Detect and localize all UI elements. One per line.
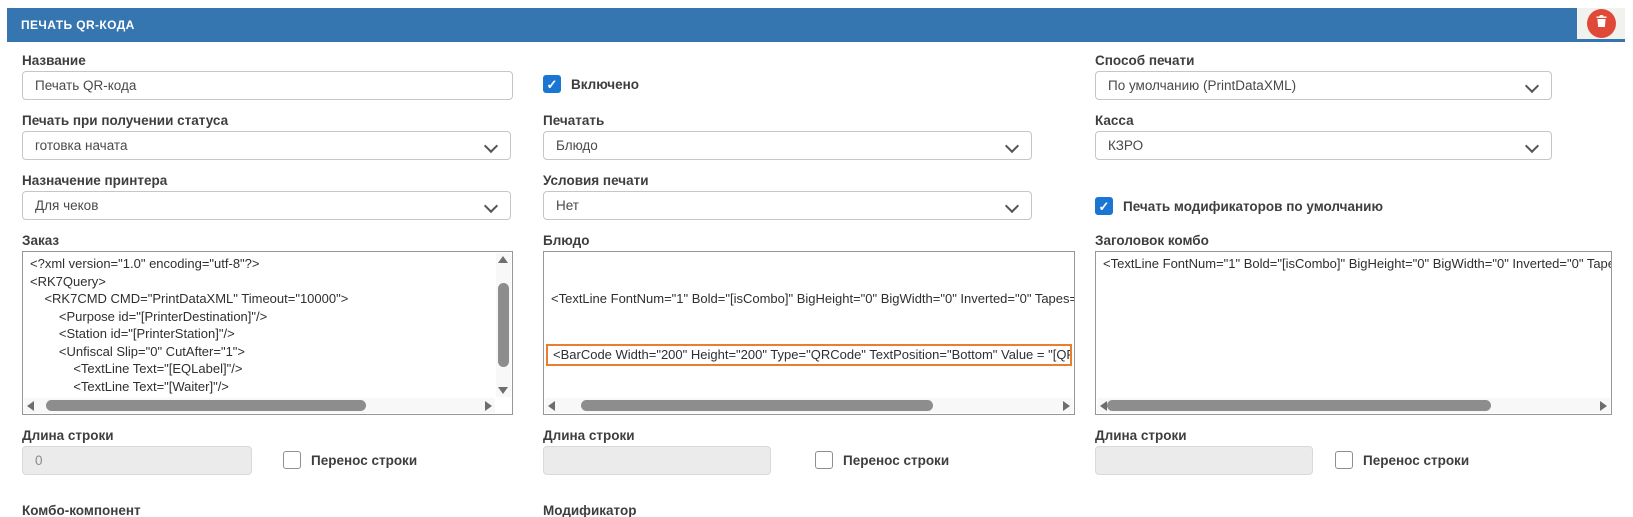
wrap-line-checkbox[interactable]: ✓ xyxy=(1335,451,1353,469)
enabled-checkbox-row: ✓ Включено xyxy=(543,75,639,93)
print-on-status-value: готовка начата xyxy=(35,138,127,153)
panel-header: ПЕЧАТЬ QR-КОДА xyxy=(7,8,1625,42)
print-modifiers-label: Печать модификаторов по умолчанию xyxy=(1123,199,1383,214)
horizontal-scroll-thumb[interactable] xyxy=(1107,400,1491,411)
combo-component-label: Комбо-компонент xyxy=(22,503,141,517)
wrap-line-label: Перенос строки xyxy=(1363,453,1469,468)
combo-header-horizontal-scrollbar[interactable] xyxy=(1097,398,1610,413)
cashdesk-label: Касса xyxy=(1095,113,1134,128)
scroll-left-arrow-icon[interactable] xyxy=(548,401,555,411)
chevron-down-icon xyxy=(1525,139,1539,153)
print-method-select[interactable]: По умолчанию (PrintDataXML) xyxy=(1095,71,1552,100)
combo-header-xml-content: <TextLine FontNum="1" Bold="[isCombo]" B… xyxy=(1096,252,1611,398)
vertical-scroll-thumb[interactable] xyxy=(498,283,509,367)
wrap-line-checkbox[interactable]: ✓ xyxy=(815,451,833,469)
delete-button[interactable] xyxy=(1587,9,1616,38)
cashdesk-value: КЗРО xyxy=(1108,138,1143,153)
dish-label: Блюдо xyxy=(543,233,589,248)
print-qr-settings-panel: ПЕЧАТЬ QR-КОДА Название Печать QR-кода П… xyxy=(0,0,1633,517)
print-on-status-select[interactable]: готовка начата xyxy=(22,131,511,160)
print-modifiers-checkbox-row: ✓ Печать модификаторов по умолчанию xyxy=(1095,197,1383,215)
name-input[interactable]: Печать QR-кода xyxy=(22,71,513,100)
check-icon: ✓ xyxy=(1099,200,1110,213)
line-length-input[interactable]: 0 xyxy=(22,446,252,475)
horizontal-scroll-thumb[interactable] xyxy=(581,400,933,411)
line-length-input[interactable] xyxy=(543,446,771,475)
order-vertical-scrollbar[interactable] xyxy=(496,253,511,397)
dish-horizontal-scrollbar[interactable] xyxy=(545,398,1073,413)
order-horizontal-scrollbar[interactable] xyxy=(24,398,495,413)
scroll-down-arrow-icon[interactable] xyxy=(498,387,508,394)
print-conditions-value: Нет xyxy=(556,198,579,213)
dish-xml-line1: <TextLine FontNum="1" Bold="[isCombo]" B… xyxy=(551,290,1074,308)
printer-destination-select[interactable]: Для чеков xyxy=(22,191,511,220)
dish-xml-textarea[interactable]: <TextLine FontNum="1" Bold="[isCombo]" B… xyxy=(543,251,1075,415)
header-button-area xyxy=(1577,8,1625,39)
combo-header-xml-textarea[interactable]: <TextLine FontNum="1" Bold="[isCombo]" B… xyxy=(1095,251,1612,415)
print-method-label: Способ печати xyxy=(1095,53,1194,68)
scroll-right-arrow-icon[interactable] xyxy=(485,401,492,411)
line-length-label: Длина строки xyxy=(543,428,635,443)
scroll-left-arrow-icon[interactable] xyxy=(1100,401,1107,411)
chevron-down-icon xyxy=(1005,139,1019,153)
wrap-line-checkbox-row: ✓ Перенос строки xyxy=(1335,451,1469,469)
enabled-checkbox[interactable]: ✓ xyxy=(543,75,561,93)
chevron-down-icon xyxy=(1525,79,1539,93)
cashdesk-select[interactable]: КЗРО xyxy=(1095,131,1552,160)
print-modifiers-checkbox[interactable]: ✓ xyxy=(1095,197,1113,215)
printer-destination-label: Назначение принтера xyxy=(22,173,167,188)
horizontal-scroll-thumb[interactable] xyxy=(46,400,366,411)
print-what-value: Блюдо xyxy=(556,138,598,153)
wrap-line-label: Перенос строки xyxy=(843,453,949,468)
enabled-label: Включено xyxy=(571,77,639,92)
modifier-label: Модификатор xyxy=(543,503,637,517)
wrap-line-checkbox[interactable]: ✓ xyxy=(283,451,301,469)
dish-xml-line2-highlighted: <BarCode Width="200" Height="200" Type="… xyxy=(546,344,1072,367)
order-label: Заказ xyxy=(22,233,59,248)
print-on-status-label: Печать при получении статуса xyxy=(22,113,228,128)
chevron-down-icon xyxy=(484,199,498,213)
scroll-right-arrow-icon[interactable] xyxy=(1063,401,1070,411)
print-conditions-label: Условия печати xyxy=(543,173,649,188)
line-length-label: Длина строки xyxy=(1095,428,1187,443)
print-what-select[interactable]: Блюдо xyxy=(543,131,1032,160)
print-what-label: Печатать xyxy=(543,113,604,128)
check-icon: ✓ xyxy=(547,78,558,91)
dish-xml-content: <TextLine FontNum="1" Bold="[isCombo]" B… xyxy=(544,252,1074,398)
trash-icon xyxy=(1594,13,1609,34)
scroll-up-arrow-icon[interactable] xyxy=(498,256,508,263)
print-conditions-select[interactable]: Нет xyxy=(543,191,1032,220)
print-method-value: По умолчанию (PrintDataXML) xyxy=(1108,78,1296,93)
order-xml-textarea[interactable]: <?xml version="1.0" encoding="utf-8"?> <… xyxy=(22,251,513,415)
wrap-line-checkbox-row: ✓ Перенос строки xyxy=(815,451,949,469)
wrap-line-label: Перенос строки xyxy=(311,453,417,468)
scroll-left-arrow-icon[interactable] xyxy=(27,401,34,411)
line-length-input[interactable] xyxy=(1095,446,1313,475)
order-xml-content: <?xml version="1.0" encoding="utf-8"?> <… xyxy=(23,252,496,398)
printer-destination-value: Для чеков xyxy=(35,198,98,213)
wrap-line-checkbox-row: ✓ Перенос строки xyxy=(283,451,417,469)
panel-title: ПЕЧАТЬ QR-КОДА xyxy=(21,8,135,42)
chevron-down-icon xyxy=(484,139,498,153)
name-label: Название xyxy=(22,53,86,68)
line-length-label: Длина строки xyxy=(22,428,114,443)
chevron-down-icon xyxy=(1005,199,1019,213)
scroll-right-arrow-icon[interactable] xyxy=(1600,401,1607,411)
combo-header-label: Заголовок комбо xyxy=(1095,233,1209,248)
